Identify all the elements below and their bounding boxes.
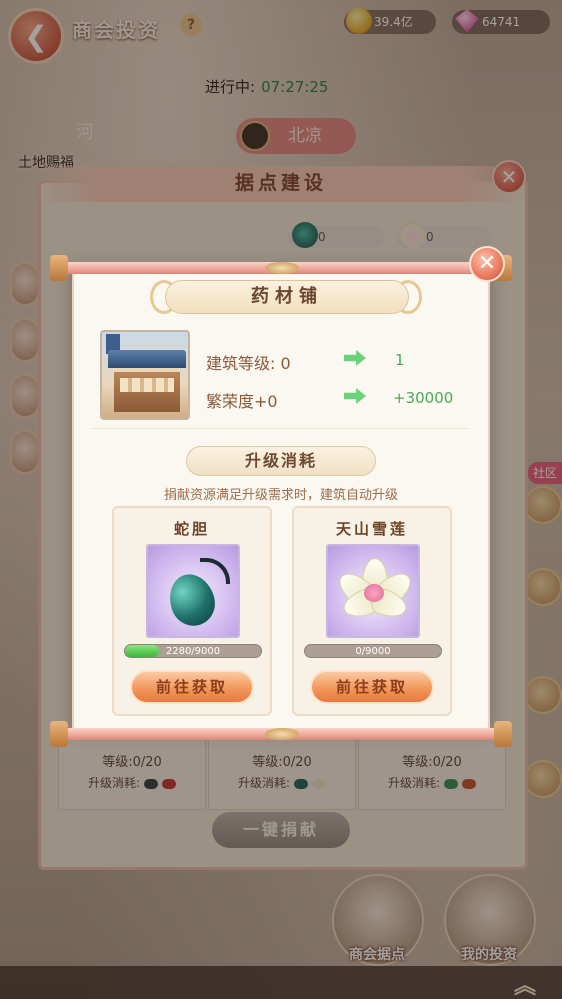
resource-card-snow-lotus: 天山雪莲 0/9000 前往获取 — [292, 506, 452, 716]
resource-card-snake-gall: 蛇胆 2280/9000 前往获取 — [112, 506, 272, 716]
medicine-shop-image — [100, 330, 190, 420]
go-obtain-button[interactable]: 前往获取 — [310, 670, 434, 704]
prosperity-next: +30000 — [393, 389, 454, 407]
build-level-label: 建筑等级: 0 — [206, 354, 291, 373]
modal-close-button[interactable]: ✕ — [469, 246, 505, 282]
progress-text: 0/9000 — [355, 646, 391, 657]
snake-gall-image — [146, 544, 240, 638]
progress-text: 2280/9000 — [165, 646, 221, 657]
rod-ornament — [265, 262, 299, 274]
prosperity-label: 繁荣度+0 — [206, 392, 278, 411]
snow-lotus-image — [326, 544, 420, 638]
resource-progress-bar: 2280/9000 — [124, 644, 262, 658]
rod-knob — [50, 255, 68, 281]
lotus-core — [364, 584, 384, 602]
go-obtain-button[interactable]: 前往获取 — [130, 670, 254, 704]
resource-name: 蛇胆 — [173, 520, 210, 538]
modal-title: 药材铺 — [165, 280, 409, 314]
shop-roof — [108, 350, 186, 368]
rod-ornament — [265, 728, 299, 740]
upgrade-cost-title: 升级消耗 — [186, 446, 376, 476]
resource-progress-bar: 0/9000 — [304, 644, 442, 658]
upgrade-hint: 捐献资源满足升级需求时，建筑自动升级 — [163, 488, 398, 503]
close-icon: ✕ — [477, 251, 497, 276]
resource-name: 天山雪莲 — [335, 520, 408, 538]
shop-goods — [120, 378, 174, 392]
divider — [90, 428, 470, 429]
rod-knob — [494, 721, 512, 747]
build-level-next: 1 — [395, 351, 405, 369]
rod-knob — [50, 721, 68, 747]
